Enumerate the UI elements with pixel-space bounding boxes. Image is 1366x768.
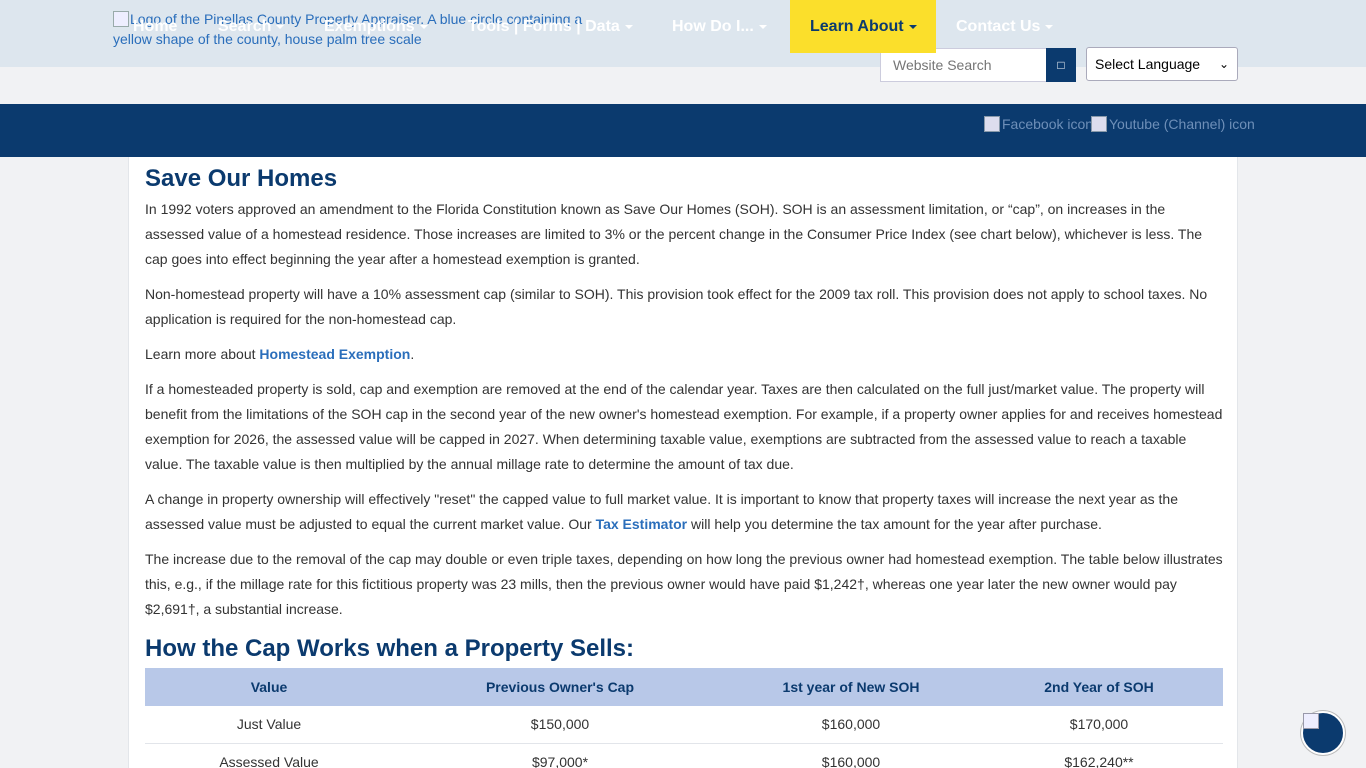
nav-contact-us-label: Contact Us bbox=[956, 17, 1041, 35]
article: Save Our Homes In 1992 voters approved a… bbox=[145, 157, 1223, 768]
paragraph-soh-intro: In 1992 voters approved an amendment to … bbox=[145, 201, 1203, 267]
learn-more-prefix: Learn more about bbox=[145, 346, 260, 362]
table-cell: $97,000* bbox=[393, 743, 727, 768]
nav-contact-us[interactable]: Contact Us bbox=[936, 0, 1073, 53]
caret-down-icon bbox=[908, 24, 917, 29]
table-header-row: Value Previous Owner's Cap 1st year of N… bbox=[145, 668, 1223, 706]
nav-home[interactable]: Home bbox=[113, 0, 197, 53]
youtube-icon bbox=[1091, 116, 1107, 132]
search-icon: □ bbox=[1057, 58, 1065, 72]
main-content: Save Our Homes In 1992 voters approved a… bbox=[128, 157, 1238, 768]
caret-down-icon bbox=[758, 24, 767, 29]
nav-tools-label: Tools | Forms | Data bbox=[468, 17, 620, 35]
reset-suffix: will help you determine the tax amount f… bbox=[687, 516, 1102, 532]
nav-exemptions-label: Exemptions bbox=[324, 17, 415, 35]
caret-down-icon bbox=[419, 24, 428, 29]
caret-down-icon bbox=[1045, 24, 1054, 29]
cap-table: Value Previous Owner's Cap 1st year of N… bbox=[145, 668, 1223, 768]
paragraph-ownership-reset: A change in property ownership will effe… bbox=[145, 487, 1223, 537]
learn-more-suffix: . bbox=[410, 346, 415, 362]
table-cell: Assessed Value bbox=[145, 743, 393, 768]
table-header-cell: 1st year of New SOH bbox=[727, 668, 975, 706]
table-header-cell: 2nd Year of SOH bbox=[975, 668, 1223, 706]
table-cell: $170,000 bbox=[975, 706, 1223, 744]
search-button[interactable]: □ bbox=[1046, 48, 1076, 82]
nav-exemptions[interactable]: Exemptions bbox=[304, 0, 448, 53]
facebook-alt-text: Facebook icon bbox=[1002, 116, 1094, 132]
nav-learn-about-label: Learn About bbox=[810, 17, 904, 35]
table-cell: $162,240** bbox=[975, 743, 1223, 768]
search-input[interactable] bbox=[880, 48, 1046, 82]
homestead-exemption-link[interactable]: Homestead Exemption bbox=[259, 346, 410, 362]
site-search: □ bbox=[880, 48, 1076, 82]
table-row: Just Value $150,000 $160,000 $170,000 bbox=[145, 706, 1223, 744]
nav-search[interactable]: Search bbox=[198, 0, 304, 53]
caret-down-icon bbox=[276, 24, 285, 29]
tax-estimator-link[interactable]: Tax Estimator bbox=[596, 516, 688, 532]
table-cell: $150,000 bbox=[393, 706, 727, 744]
section-heading: How the Cap Works when a Property Sells: bbox=[145, 635, 634, 662]
language-select-value: Select Language bbox=[1095, 56, 1201, 72]
caret-down-icon bbox=[624, 24, 633, 29]
table-header-cell: Value bbox=[145, 668, 393, 706]
accessibility-icon bbox=[1303, 713, 1319, 729]
nav-how-do-i[interactable]: How Do I... bbox=[652, 0, 787, 53]
youtube-alt-text: Youtube (Channel) icon bbox=[1109, 116, 1255, 132]
paragraph-property-sold: If a homesteaded property is sold, cap a… bbox=[145, 381, 1223, 472]
table-cell: $160,000 bbox=[727, 743, 975, 768]
paragraph-learn-more: Learn more about Homestead Exemption. bbox=[145, 342, 1223, 367]
facebook-link[interactable]: Facebook icon bbox=[984, 116, 1093, 132]
paragraph-non-homestead: Non-homestead property will have a 10% a… bbox=[145, 286, 1208, 327]
language-select[interactable]: Select Language ⌄ bbox=[1086, 47, 1238, 81]
youtube-link[interactable]: Youtube (Channel) icon bbox=[1091, 116, 1255, 132]
chevron-down-icon: ⌄ bbox=[1218, 57, 1229, 71]
nav-home-label: Home bbox=[133, 17, 178, 35]
facebook-icon bbox=[984, 116, 1000, 132]
table-header-cell: Previous Owner's Cap bbox=[393, 668, 727, 706]
nav-how-do-i-label: How Do I... bbox=[672, 17, 754, 35]
page-title: Save Our Homes bbox=[145, 165, 338, 192]
paragraph-cap-removal: The increase due to the removal of the c… bbox=[145, 551, 1223, 617]
nav-tools-forms-data[interactable]: Tools | Forms | Data bbox=[448, 0, 653, 53]
nav-search-label: Search bbox=[218, 17, 272, 35]
table-cell: Just Value bbox=[145, 706, 393, 744]
accessibility-widget-button[interactable] bbox=[1301, 711, 1345, 755]
table-row: Assessed Value $97,000* $160,000 $162,24… bbox=[145, 743, 1223, 768]
nav-learn-about[interactable]: Learn About bbox=[790, 0, 936, 53]
table-cell: $160,000 bbox=[727, 706, 975, 744]
